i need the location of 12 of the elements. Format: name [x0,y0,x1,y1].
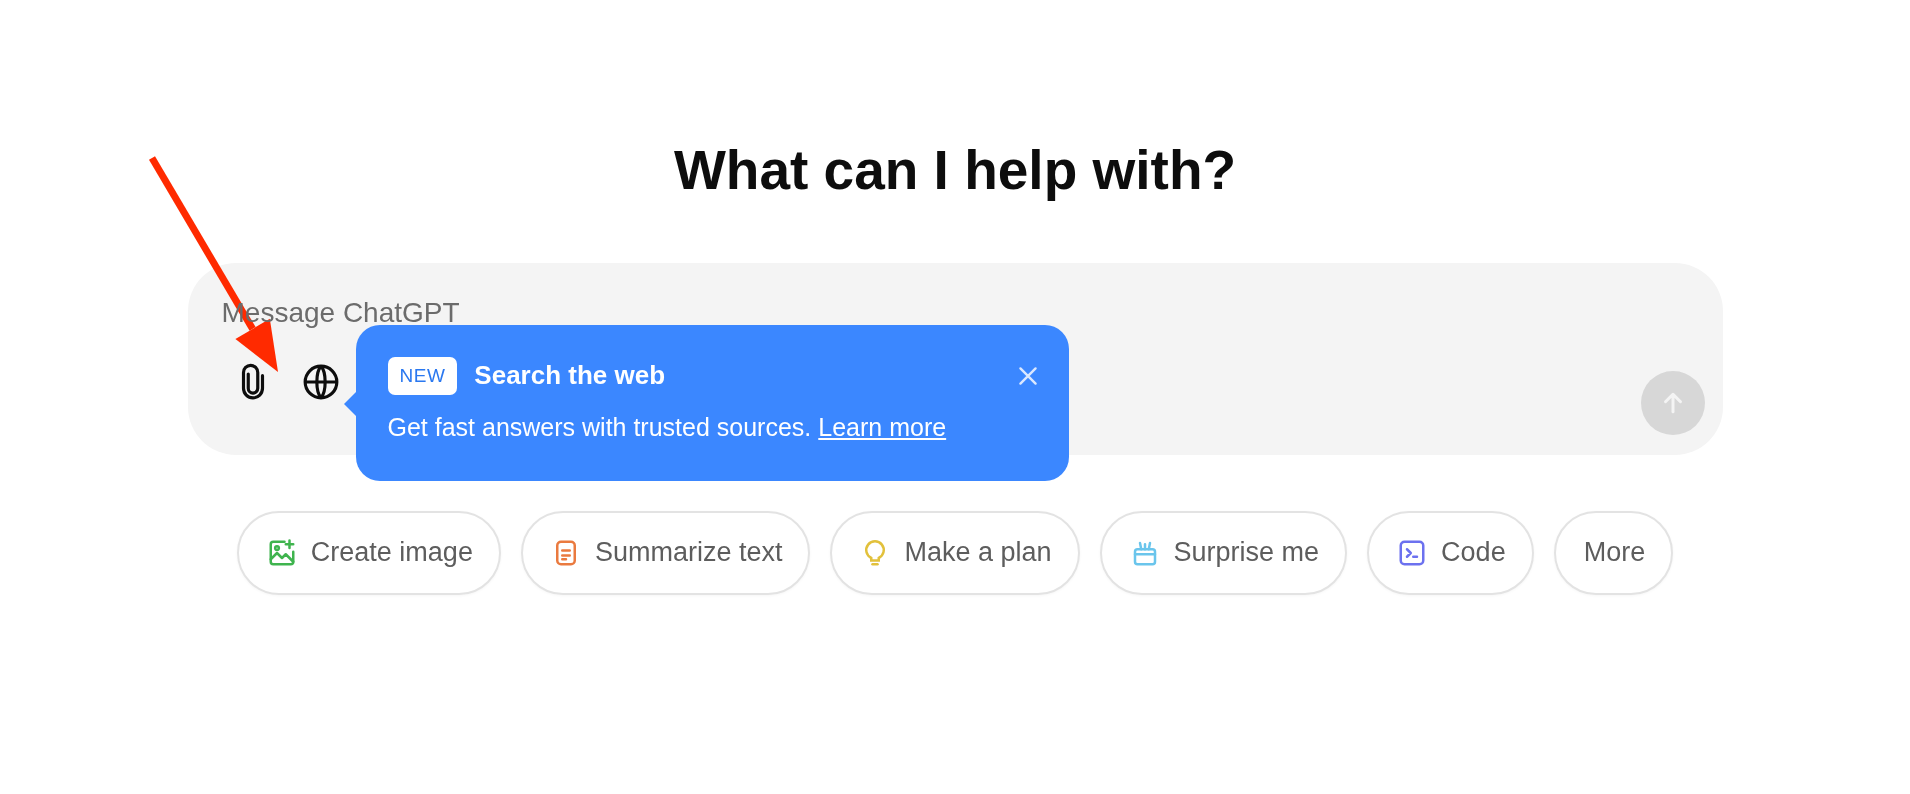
suggestion-chip[interactable]: More [1553,510,1674,595]
heading: What can I help with? [673,140,1237,201]
popover-title: Search the web [474,360,666,391]
learn-more-link[interactable]: Learn more [818,412,947,441]
suggestion-chip[interactable]: Make a plan [830,510,1080,595]
suggestion-chip[interactable]: Create image [236,510,501,595]
suggestion-chip[interactable]: Summarize text [520,510,811,595]
new-badge: NEW [387,356,458,395]
suggestion-chip[interactable]: Surprise me [1099,510,1348,595]
globe-icon[interactable] [301,362,340,401]
popover-text: Get fast answers with trusted sources. [387,412,812,441]
suggestion-chip[interactable]: Code [1367,510,1534,595]
